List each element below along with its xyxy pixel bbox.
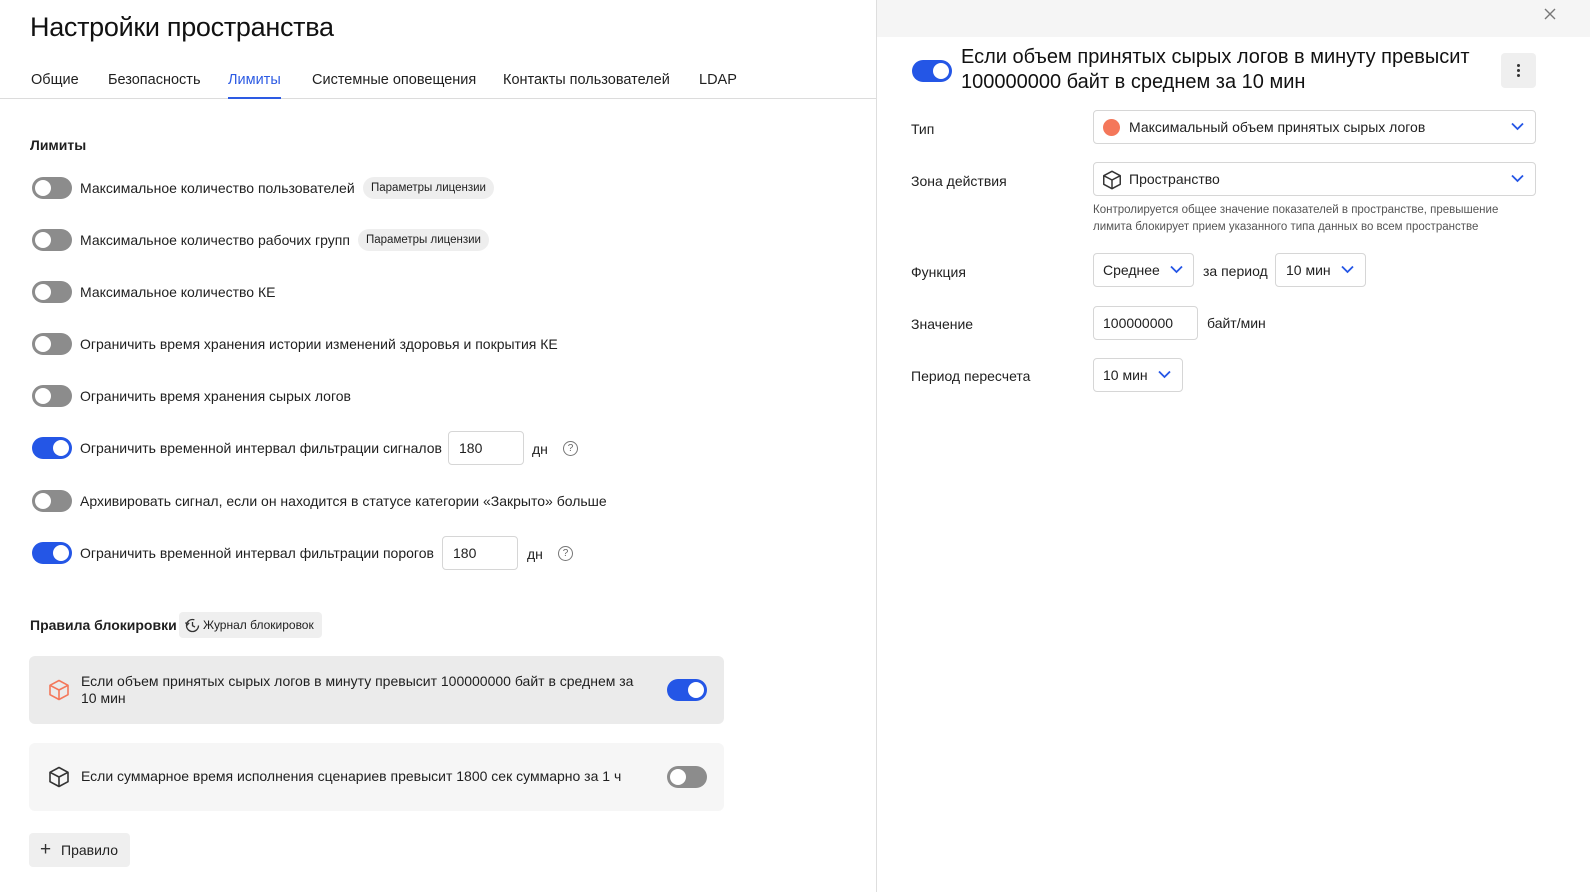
rule-raw-logs-toggle[interactable] (667, 679, 707, 701)
days-unit: дн (532, 441, 548, 457)
blocking-rules-title: Правила блокировки (30, 617, 177, 633)
drawer-title: Если объем принятых сырых логов в минуту… (961, 46, 1470, 93)
chevron-down-icon (1341, 265, 1354, 274)
help-icon[interactable]: ? (558, 546, 573, 561)
max-users-toggle[interactable] (32, 177, 72, 199)
limit-label: Ограничить время хранения истории измене… (80, 336, 558, 352)
limit-label: Максимальное количество рабочих групп (80, 232, 350, 248)
chevron-down-icon (1170, 265, 1183, 274)
raw-logs-retention-toggle[interactable] (32, 385, 72, 407)
limit-label: Ограничить время хранения сырых логов (80, 388, 351, 404)
period-select[interactable]: 10 мин (1275, 253, 1366, 287)
plus-icon: + (40, 839, 52, 860)
period-label: за период (1203, 263, 1268, 279)
archive-signal-toggle[interactable] (32, 490, 72, 512)
chevron-down-icon (1158, 370, 1171, 379)
type-select-value: Максимальный объем принятых сырых логов (1129, 119, 1426, 135)
license-params-badge[interactable]: Параметры лицензии (358, 229, 489, 251)
days-unit: дн (527, 546, 543, 562)
tab-general[interactable]: Общие (31, 72, 79, 88)
tabs-bar: Общие Безопасность Лимиты Системные опов… (0, 62, 876, 99)
value-input[interactable]: 100000000 (1093, 306, 1198, 340)
cube-icon (1103, 170, 1121, 190)
block-journal-button[interactable]: Журнал блокировок (179, 612, 322, 638)
page-title: Настройки пространства (30, 12, 334, 42)
cube-icon (49, 766, 69, 788)
limit-label: Ограничить временной интервал фильтрации… (80, 440, 442, 456)
zone-select-value: Пространство (1129, 171, 1220, 187)
type-color-dot (1103, 119, 1120, 136)
zone-hint: Контролируется общее значение показателе… (1093, 204, 1499, 233)
max-ke-toggle[interactable] (32, 281, 72, 303)
rule-enabled-toggle[interactable] (912, 60, 952, 82)
history-icon (185, 618, 200, 633)
limit-label: Архивировать сигнал, если он находится в… (80, 493, 607, 509)
add-rule-label: Правило (61, 842, 119, 858)
zone-label: Зона действия (911, 173, 1007, 189)
rule-text: Если объем принятых сырых логов в минуту… (81, 673, 634, 706)
threshold-filter-toggle[interactable] (32, 542, 72, 564)
drawer-topbar (877, 0, 1590, 37)
rule-card-scenarios[interactable]: Если суммарное время исполнения сценарие… (29, 743, 724, 811)
limit-label: Максимальное количество КЕ (80, 284, 276, 300)
recalc-label: Период пересчета (911, 368, 1031, 384)
rule-drawer: Если объем принятых сырых логов в минуту… (877, 0, 1590, 892)
recalc-select-value: 10 мин (1103, 367, 1148, 383)
value-unit: байт/мин (1207, 315, 1266, 331)
type-label: Тип (911, 121, 935, 137)
type-select[interactable]: Максимальный объем принятых сырых логов (1093, 110, 1536, 144)
health-history-toggle[interactable] (32, 333, 72, 355)
max-workgroups-toggle[interactable] (32, 229, 72, 251)
function-label: Функция (911, 264, 966, 280)
limits-section-title: Лимиты (30, 137, 87, 153)
tab-security[interactable]: Безопасность (108, 72, 201, 88)
settings-page: Настройки пространства Общие Безопасност… (0, 0, 876, 892)
value-label: Значение (911, 316, 974, 332)
function-select[interactable]: Среднее (1093, 253, 1194, 287)
close-icon[interactable] (1542, 6, 1558, 22)
tab-system-alerts[interactable]: Системные оповещения (312, 72, 476, 88)
signal-filter-toggle[interactable] (32, 437, 72, 459)
block-journal-label: Журнал блокировок (203, 618, 314, 632)
tab-user-contacts[interactable]: Контакты пользователей (503, 72, 670, 88)
limit-label: Максимальное количество пользователей (80, 180, 355, 196)
rule-text: Если суммарное время исполнения сценарие… (81, 768, 622, 784)
license-params-badge[interactable]: Параметры лицензии (363, 177, 494, 199)
help-icon[interactable]: ? (563, 441, 578, 456)
threshold-filter-days-input[interactable]: 180 (442, 536, 518, 570)
period-select-value: 10 мин (1286, 262, 1331, 278)
tab-limits[interactable]: Лимиты (228, 72, 281, 99)
chevron-down-icon (1511, 122, 1524, 131)
recalc-select[interactable]: 10 мин (1093, 358, 1183, 392)
rule-card-raw-logs[interactable]: Если объем принятых сырых логов в минуту… (29, 656, 724, 724)
signal-filter-days-input[interactable]: 180 (448, 431, 524, 465)
cube-icon (49, 679, 69, 701)
dot-icon (1517, 74, 1520, 77)
zone-select[interactable]: Пространство (1093, 162, 1536, 196)
dot-icon (1517, 69, 1520, 72)
function-select-value: Среднее (1103, 262, 1160, 278)
dot-icon (1517, 64, 1520, 67)
more-menu-button[interactable] (1501, 53, 1536, 88)
add-rule-button[interactable]: + Правило (29, 833, 131, 867)
tab-ldap[interactable]: LDAP (699, 72, 737, 88)
limit-label: Ограничить временной интервал фильтрации… (80, 545, 434, 561)
rule-scenarios-toggle[interactable] (667, 766, 707, 788)
chevron-down-icon (1511, 174, 1524, 183)
